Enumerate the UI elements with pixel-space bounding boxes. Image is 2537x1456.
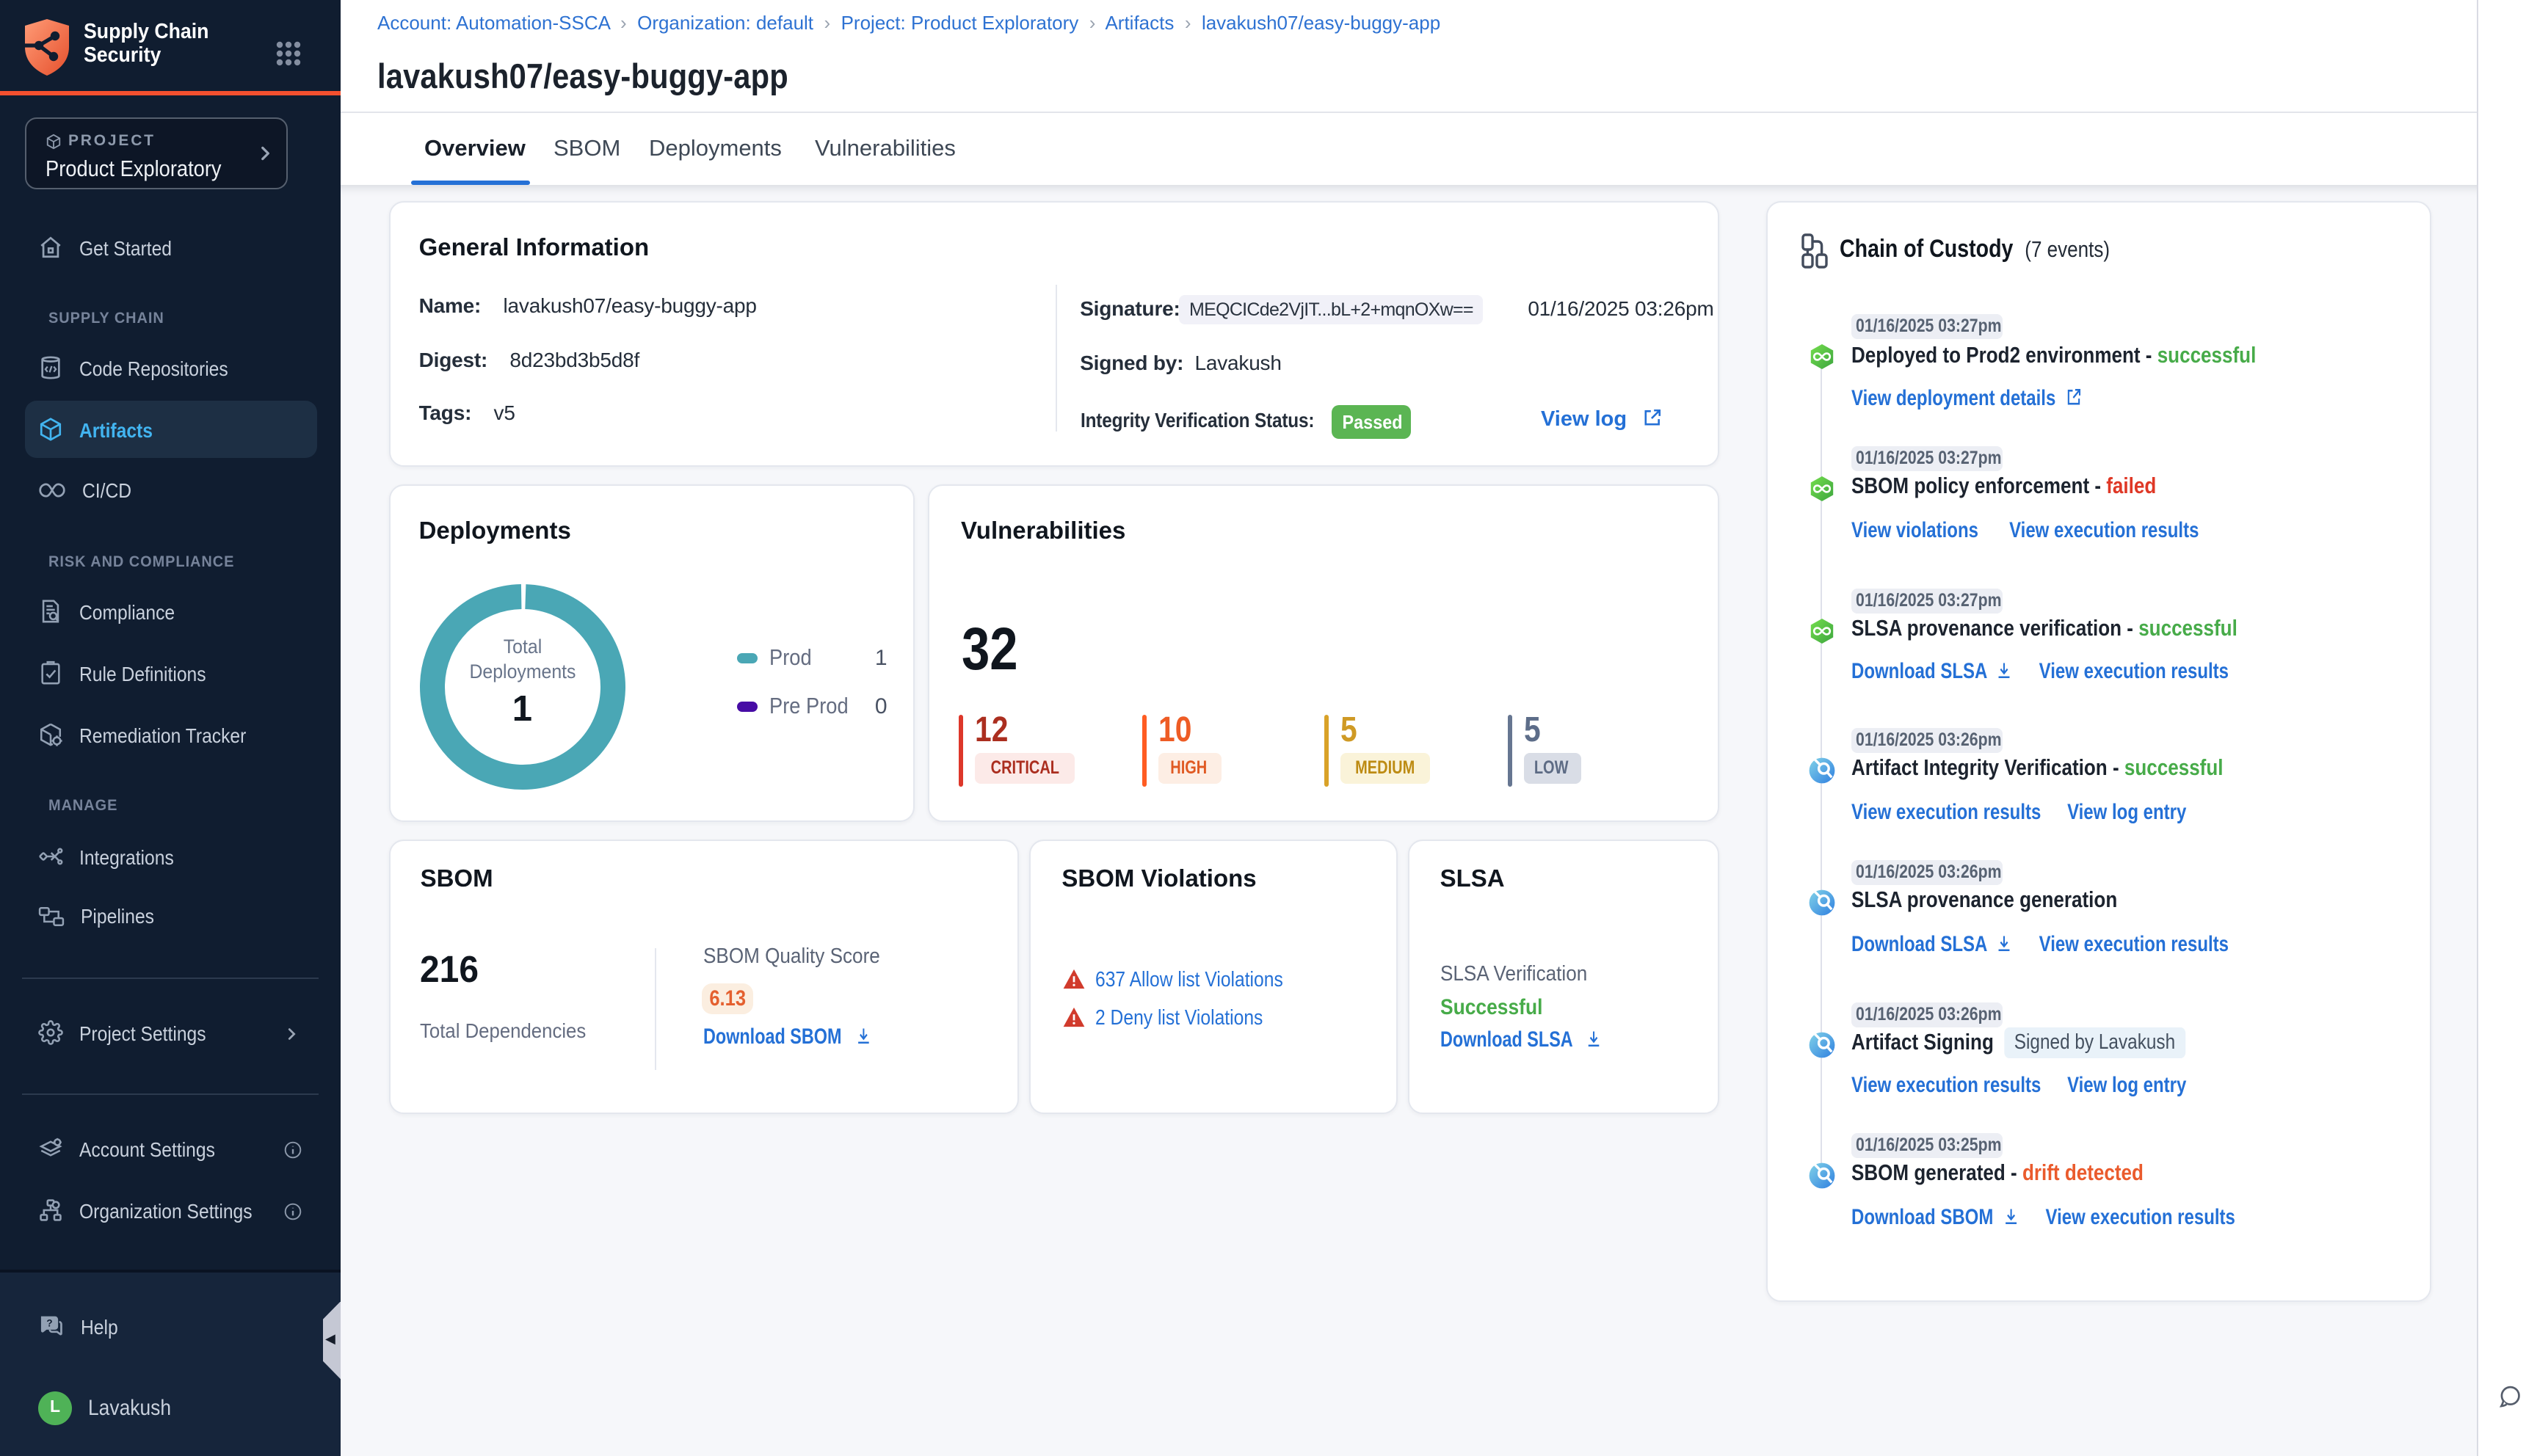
svg-text:?: ? xyxy=(46,1317,52,1328)
